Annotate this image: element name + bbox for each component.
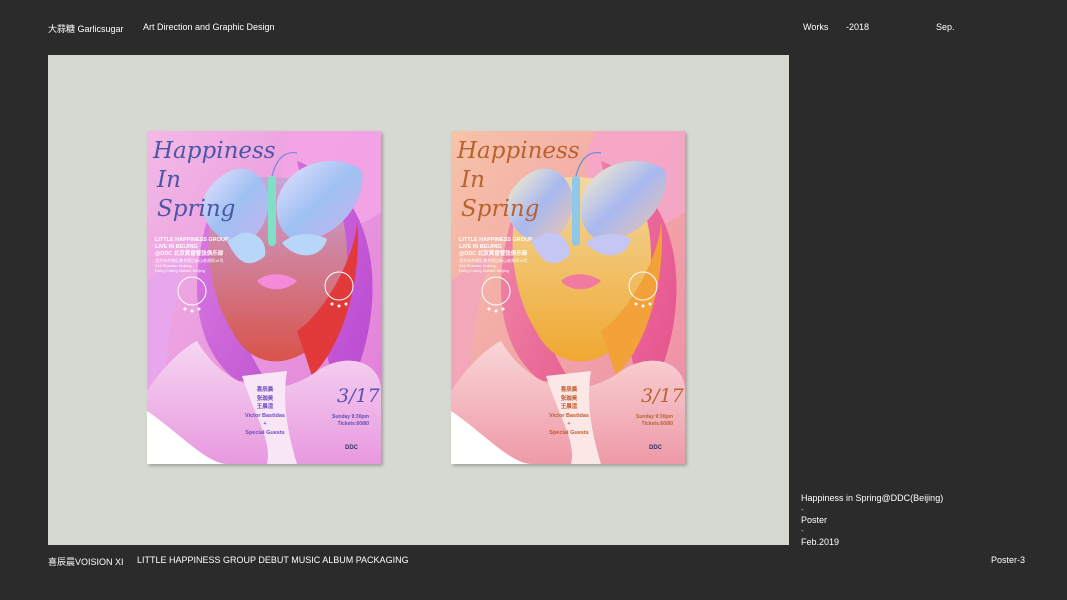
performer-name: 张珈昊 — [256, 395, 274, 402]
poster-info-1: LITTLE HAPPINESS GROUP LIVE IN BEIJING @… — [155, 237, 229, 273]
poster-title-line: Spring — [157, 196, 236, 222]
poster-time-line: Tickets:60/80 — [337, 421, 369, 427]
poster-image-2: Happiness In Spring LITTLE HAPPINESS GRO… — [451, 131, 685, 464]
poster-time-1: Sunday 9:30pm Tickets:60/80 — [332, 414, 369, 428]
performer-name: Special Guests — [245, 429, 285, 436]
performer-name: 喜辰晨 — [256, 387, 274, 393]
poster-time-line: Sunday 9:30pm — [332, 414, 369, 420]
poster-time-2: Sunday 9:30pm Tickets:60/80 — [636, 414, 673, 428]
poster-info-line: LIVE IN BEIJING — [155, 244, 198, 250]
poster-image-1: Happiness In Spring LITTLE HAPPINESS GRO… — [147, 131, 381, 464]
poster-performers-1: 喜辰晨 张珈昊 王晨渲 Victor Bastidas + Special Gu… — [235, 386, 295, 437]
poster-address-line: Dong Cheng District, Beijing — [459, 268, 510, 273]
poster-title-line: Spring — [461, 196, 540, 222]
poster-info-line: @DDC 北京黄昏管弦俱乐部 — [459, 251, 528, 257]
footer-page-indicator: Poster-3 — [991, 555, 1026, 565]
performer-name: 王晨渲 — [560, 404, 578, 410]
poster-time-line: Sunday 9:30pm — [636, 414, 673, 420]
performer-name: + — [263, 421, 267, 427]
project-date: Feb.2019 — [801, 537, 840, 547]
footer-project-name: 喜辰晨VOISION XI — [48, 557, 124, 567]
poster-title-line: In — [461, 167, 485, 193]
separator: - — [801, 505, 804, 514]
poster-title-line: Happiness — [153, 138, 276, 164]
site-subtitle: Art Direction and Graphic Design — [143, 22, 275, 32]
nav-works-link[interactable]: Works — [803, 22, 828, 32]
separator: - — [801, 526, 804, 535]
performer-name: Victor Bastidas — [549, 412, 589, 419]
ddc-logo-2: DDC — [649, 445, 662, 451]
performer-name: 王晨渲 — [256, 404, 274, 410]
poster-info-line: LITTLE HAPPINESS GROUP — [459, 237, 533, 243]
poster-info-2: LITTLE HAPPINESS GROUP LIVE IN BEIJING @… — [459, 237, 533, 273]
poster-date-2: 3/17 — [641, 385, 684, 407]
poster-title-line: Happiness — [457, 138, 580, 164]
poster-title-2: Happiness In Spring — [457, 137, 580, 224]
poster-title-line: In — [157, 167, 181, 193]
footer-project-description: LITTLE HAPPINESS GROUP DEBUT MUSIC ALBUM… — [137, 555, 409, 565]
poster-showcase: Happiness In Spring LITTLE HAPPINESS GRO… — [48, 55, 789, 545]
performer-name: + — [567, 421, 571, 427]
poster-address-line: Dong Cheng District, Beijing — [155, 268, 206, 273]
poster-info-line: @DDC 北京黄昏管弦俱乐部 — [155, 251, 224, 257]
performer-name: 张珈昊 — [560, 395, 578, 402]
nav-month: Sep. — [936, 22, 955, 32]
brand-name[interactable]: 大蒜糖 Garlicsugar — [48, 22, 124, 35]
poster-date-1: 3/17 — [337, 385, 380, 407]
nav-year: -2018 — [846, 22, 870, 32]
performer-name: Special Guests — [549, 429, 589, 436]
poster-time-line: Tickets:60/80 — [641, 421, 673, 427]
performer-name: Victor Bastidas — [245, 412, 285, 419]
poster-info-line: LIVE IN BEIJING — [459, 244, 502, 250]
poster-title-1: Happiness In Spring — [153, 137, 276, 224]
performer-name: 喜辰晨 — [560, 387, 578, 393]
project-type: Poster — [801, 515, 828, 525]
poster-info-line: LITTLE HAPPINESS GROUP — [155, 237, 229, 243]
ddc-logo-1: DDC — [345, 445, 358, 451]
project-title: Happiness in Spring@DDC(Beijing) — [801, 493, 944, 503]
poster-performers-2: 喜辰晨 张珈昊 王晨渲 Victor Bastidas + Special Gu… — [539, 386, 599, 437]
